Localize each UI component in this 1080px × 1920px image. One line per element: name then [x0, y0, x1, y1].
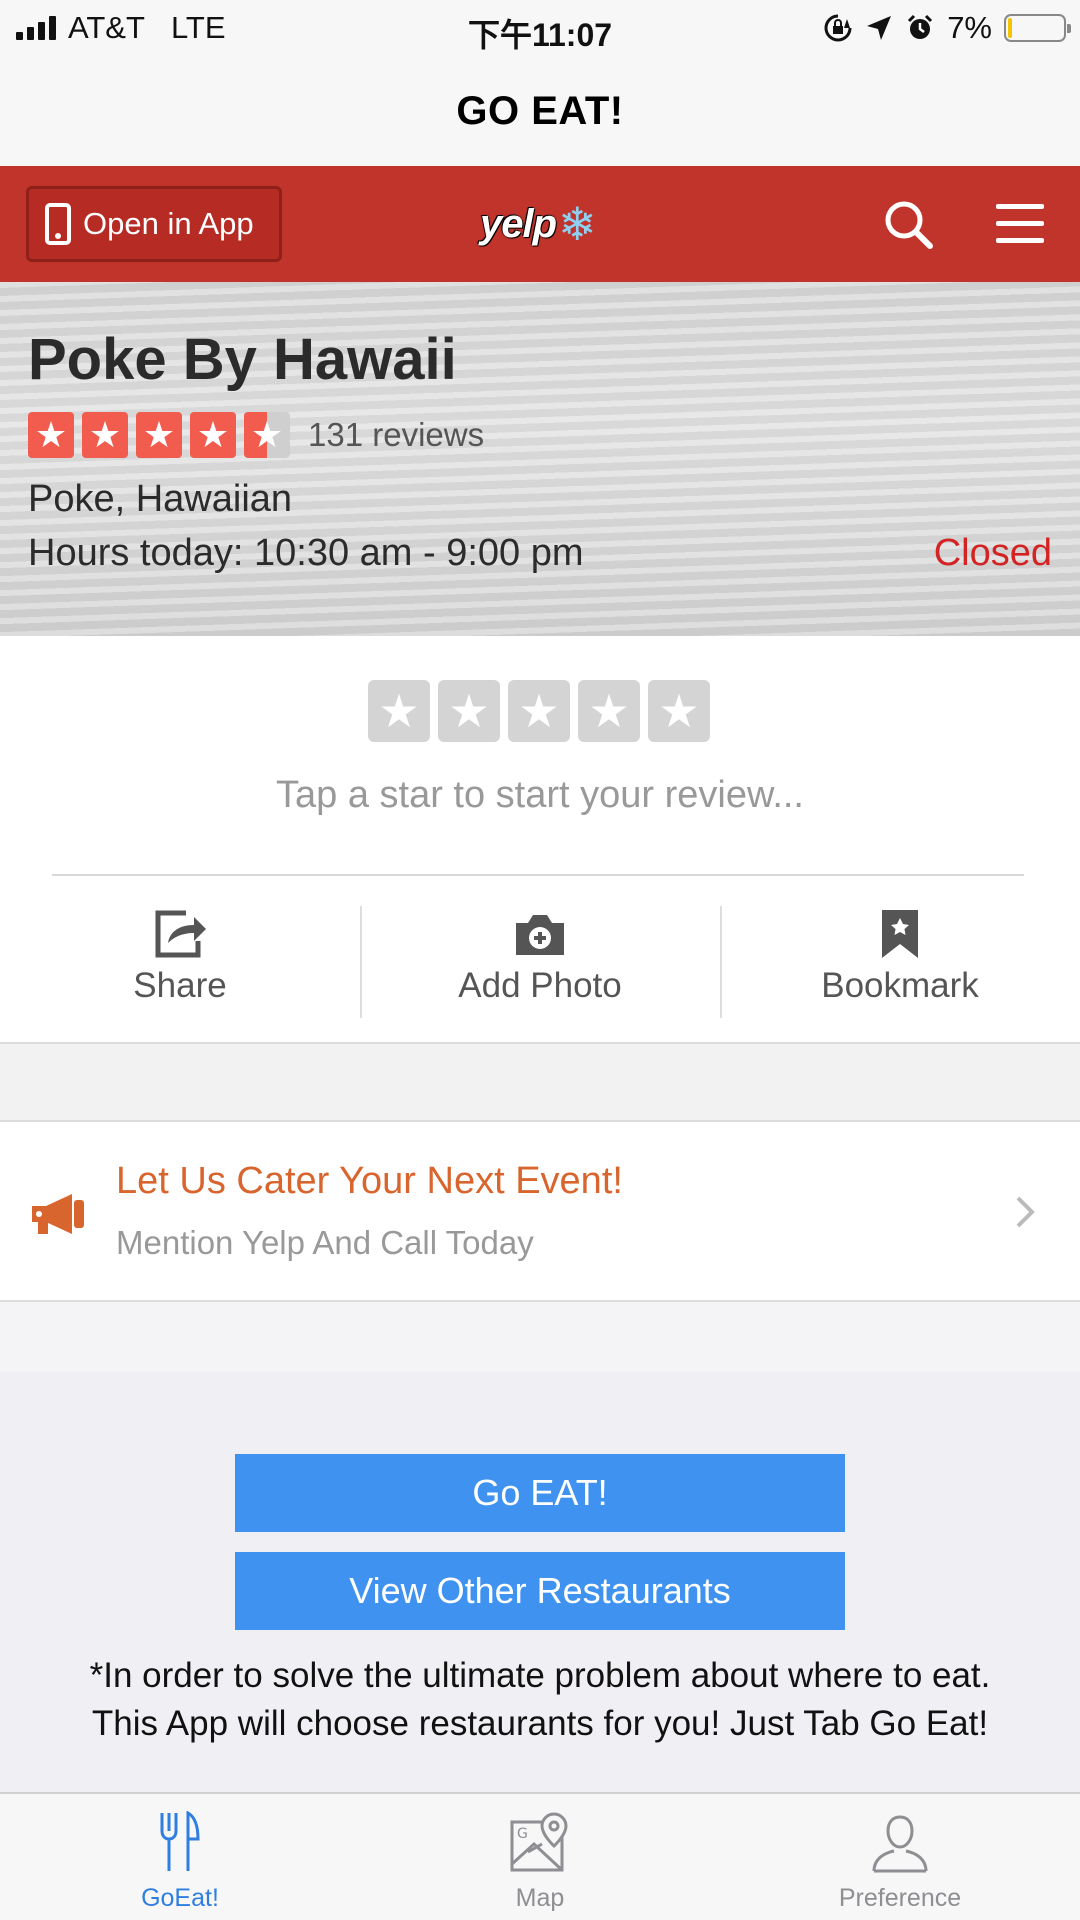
- rating-star-icon: ★: [136, 412, 182, 458]
- search-icon[interactable]: [882, 198, 934, 250]
- nav-bar: GO EAT!: [0, 56, 1080, 166]
- business-header: Poke By Hawaii ★ ★ ★ ★ ★ 131 reviews Pok…: [0, 282, 1080, 636]
- rating-half-star-icon: ★: [244, 412, 290, 458]
- review-section: ★ ★ ★ ★ ★ Tap a star to start your revie…: [0, 636, 1080, 1042]
- fork-knife-icon: [160, 1811, 200, 1871]
- view-other-restaurants-button[interactable]: View Other Restaurants: [235, 1552, 845, 1630]
- review-star-5[interactable]: ★: [648, 680, 710, 742]
- action-area: Go EAT! View Other Restaurants *In order…: [0, 1302, 1080, 1792]
- spacer: [0, 1302, 1080, 1372]
- open-status: Closed: [933, 532, 1052, 574]
- yelp-header: Open in App yelp ❄: [0, 166, 1080, 282]
- orientation-lock-icon: [824, 14, 852, 42]
- go-eat-button[interactable]: Go EAT!: [235, 1454, 845, 1532]
- bookmark-label: Bookmark: [821, 966, 979, 1005]
- share-icon: [155, 910, 206, 958]
- tab-preference[interactable]: Preference: [720, 1794, 1080, 1920]
- tab-preference-label: Preference: [838, 1884, 962, 1912]
- rating-star-icon: ★: [82, 412, 128, 458]
- snowflake-icon: ❄: [558, 198, 597, 250]
- add-photo-label: Add Photo: [458, 966, 622, 1005]
- tab-goeat-label: GoEat!: [141, 1884, 219, 1912]
- tab-bar: GoEat! G Map Preference: [0, 1792, 1080, 1920]
- review-star-1[interactable]: ★: [368, 680, 430, 742]
- app-description: *In order to solve the ultimate problem …: [89, 1656, 991, 1743]
- rating-star-icon: ★: [28, 412, 74, 458]
- phone-icon: [45, 203, 71, 245]
- yelp-logo-text: yelp: [480, 201, 557, 246]
- alarm-icon: [908, 14, 933, 39]
- share-label: Share: [133, 966, 227, 1005]
- divider: [52, 874, 1024, 876]
- open-in-app-label: Open in App: [83, 206, 254, 241]
- menu-icon[interactable]: [996, 204, 1044, 244]
- rating-star-icon: ★: [190, 412, 236, 458]
- catering-promo[interactable]: Let Us Cater Your Next Event! Mention Ye…: [0, 1122, 1080, 1302]
- open-in-app-button[interactable]: Open in App: [26, 186, 282, 262]
- battery-icon: [1004, 14, 1071, 42]
- promo-subtitle: Mention Yelp And Call Today: [116, 1224, 534, 1261]
- bookmark-icon: [882, 910, 918, 958]
- review-star-picker: ★ ★ ★ ★ ★: [368, 680, 710, 742]
- chevron-right-icon: [1016, 1196, 1035, 1228]
- tab-map[interactable]: G Map: [360, 1794, 720, 1920]
- battery-fill: [1008, 18, 1012, 38]
- business-name: Poke By Hawaii: [28, 327, 457, 392]
- review-star-2[interactable]: ★: [438, 680, 500, 742]
- page-title: GO EAT!: [456, 88, 624, 133]
- person-icon: [872, 1815, 928, 1873]
- promo-title: Let Us Cater Your Next Event!: [116, 1160, 623, 1202]
- battery-percent: 7%: [947, 10, 992, 45]
- tab-map-label: Map: [515, 1884, 565, 1912]
- review-prompt[interactable]: Tap a star to start your review...: [0, 774, 1080, 817]
- review-star-4[interactable]: ★: [578, 680, 640, 742]
- yelp-logo[interactable]: yelp ❄: [480, 192, 597, 256]
- tab-goeat[interactable]: GoEat!: [0, 1794, 360, 1920]
- share-button[interactable]: Share: [0, 904, 360, 1024]
- svg-text:G: G: [517, 1826, 528, 1842]
- review-star-3[interactable]: ★: [508, 680, 570, 742]
- action-row: Share Add Photo Bookmark: [0, 904, 1080, 1024]
- add-photo-button[interactable]: Add Photo: [360, 904, 720, 1024]
- camera-icon: [516, 915, 564, 955]
- business-rating-stars: ★ ★ ★ ★ ★: [28, 412, 290, 458]
- map-icon: G: [510, 1812, 568, 1872]
- bookmark-button[interactable]: Bookmark: [720, 904, 1080, 1024]
- megaphone-icon: [32, 1194, 84, 1234]
- status-right: 7%: [823, 10, 1071, 46]
- status-bar: AT&T LTE 下午11:07 7%: [0, 0, 1080, 56]
- business-categories: Poke, Hawaiian: [28, 478, 293, 520]
- review-count[interactable]: 131 reviews: [308, 416, 484, 454]
- section-spacer: [0, 1042, 1080, 1122]
- location-icon: [867, 16, 892, 40]
- business-hours: Hours today: 10:30 am - 9:00 pm: [28, 532, 584, 574]
